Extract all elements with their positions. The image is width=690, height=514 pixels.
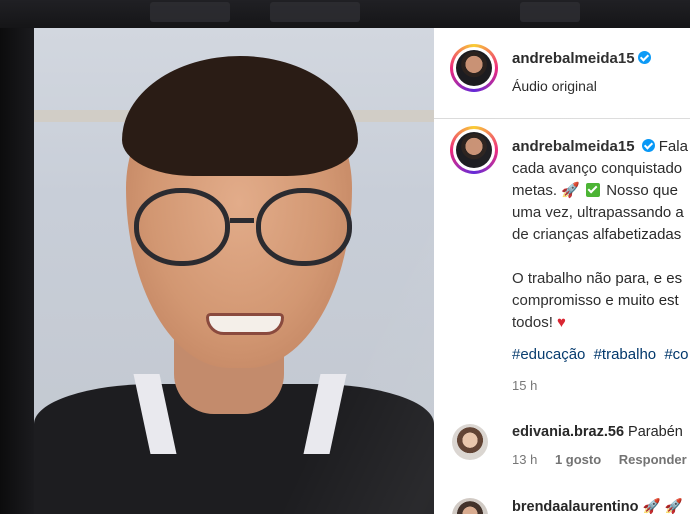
- comment-item: edivania.braz.56 Parabén 13 h 1 gosto Res…: [452, 424, 690, 480]
- comment-body: edivania.braz.56 Parabén: [512, 424, 683, 440]
- comment-likes[interactable]: 1 gosto: [555, 452, 601, 467]
- post-caption: andrebalmeida15 Fala cada avanço conquis…: [512, 136, 690, 334]
- monitor-left-edge: [0, 28, 34, 514]
- post-timestamp[interactable]: 15 h: [512, 378, 537, 393]
- reel-video[interactable]: [34, 28, 434, 514]
- header-divider: [434, 118, 690, 119]
- glasses-lens: [134, 188, 230, 266]
- commenter-avatar[interactable]: [452, 498, 488, 514]
- caption-line: de crianças alfabetizadas: [512, 226, 682, 243]
- caption-line: todos! ♥: [512, 312, 690, 334]
- caption-author-avatar[interactable]: [450, 126, 498, 174]
- caption-line: andrebalmeida15 Fala: [512, 136, 690, 158]
- avatar-image: [456, 132, 492, 168]
- caption-line: cada avanço conquistado: [512, 160, 683, 177]
- comment-text: Parabén: [628, 424, 683, 440]
- heart-emoji-icon: ♥: [557, 314, 566, 331]
- hashtag-list: #educação #trabalho #co: [512, 346, 690, 363]
- caption-author-username[interactable]: andrebalmeida15: [512, 138, 635, 155]
- commenter-username[interactable]: edivania.braz.56: [512, 424, 624, 440]
- caption-text: metas. 🚀: [512, 182, 580, 199]
- comment-text: 🚀 🚀: [642, 499, 683, 514]
- monitor-top-edge: [0, 0, 690, 28]
- header-author[interactable]: andrebalmeida15: [512, 50, 651, 68]
- caption-line: compromisso e muito est: [512, 292, 679, 309]
- post-side-panel: andrebalmeida15 Áudio original andrebalm…: [434, 28, 690, 514]
- check-emoji-icon: [586, 183, 601, 197]
- glasses-bridge: [230, 218, 254, 223]
- caption-line: uma vez, ultrapassando a: [512, 204, 684, 221]
- comment-time[interactable]: 13 h: [512, 452, 537, 467]
- glasses-lens: [256, 188, 352, 266]
- reply-button[interactable]: Responder: [619, 452, 687, 467]
- blurred-background-text: [150, 2, 230, 22]
- avatar-image: [456, 50, 492, 86]
- blurred-background-text: [520, 2, 580, 22]
- comment-meta: 13 h 1 gosto Responder: [512, 452, 690, 467]
- caption-text: Fala: [658, 138, 688, 155]
- verified-badge-icon: [641, 139, 655, 152]
- caption-text: Nosso que: [606, 182, 678, 199]
- audio-label[interactable]: Áudio original: [512, 78, 597, 94]
- comment-body: brendaalaurentino 🚀 🚀: [512, 498, 683, 514]
- caption-line: metas. 🚀 Nosso que: [512, 180, 690, 202]
- hashtag-link[interactable]: #educação: [512, 346, 585, 363]
- author-avatar[interactable]: [450, 44, 498, 92]
- hashtag-link[interactable]: #co: [664, 346, 688, 363]
- blurred-background-text: [270, 2, 360, 22]
- comment-item: brendaalaurentino 🚀 🚀: [452, 498, 690, 514]
- caption-line: O trabalho não para, e es: [512, 270, 683, 287]
- verified-badge-icon: [637, 51, 651, 64]
- caption-text: todos!: [512, 314, 553, 331]
- author-username[interactable]: andrebalmeida15: [512, 50, 635, 67]
- commenter-avatar[interactable]: [452, 424, 488, 460]
- hashtag-link[interactable]: #trabalho: [594, 346, 657, 363]
- person-smile: [206, 313, 284, 335]
- commenter-username[interactable]: brendaalaurentino: [512, 499, 639, 514]
